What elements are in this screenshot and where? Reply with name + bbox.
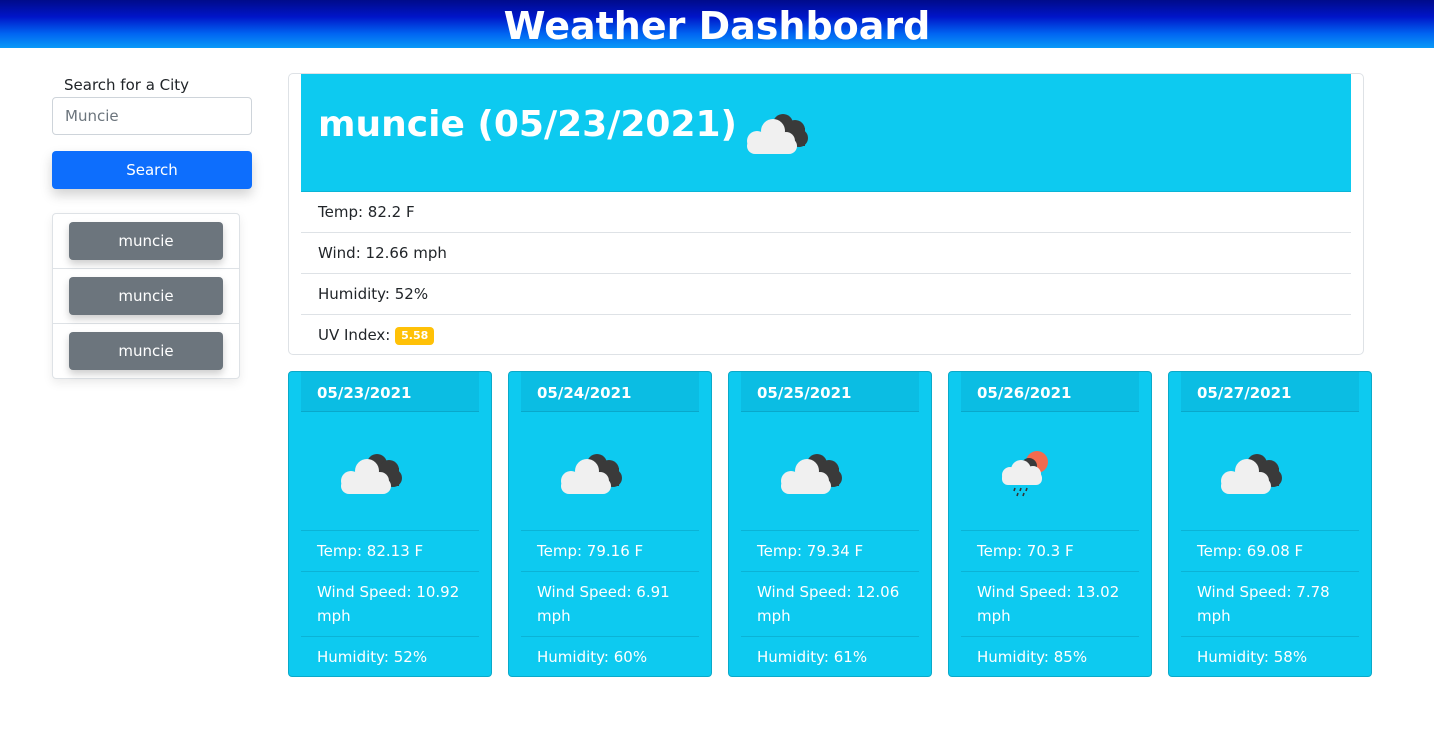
cloud-icon (1221, 454, 1282, 494)
current-uv-row: UV Index: 5.58 (301, 315, 1351, 356)
cloud-icon (341, 454, 402, 494)
history-city-button[interactable]: muncie (69, 277, 223, 315)
search-button[interactable]: Search (52, 151, 252, 189)
forecast-date: 05/25/2021 (741, 372, 919, 412)
cloud-icon (561, 454, 622, 494)
search-input[interactable] (52, 97, 252, 135)
current-humidity: Humidity: 52% (301, 274, 1351, 315)
forecast-temp: Temp: 69.08 F (1181, 530, 1359, 571)
forecast-date: 05/26/2021 (961, 372, 1139, 412)
forecast-humidity: Humidity: 52% (301, 636, 479, 677)
forecast-date: 05/24/2021 (521, 372, 699, 412)
history-city-button[interactable]: muncie (69, 332, 223, 370)
forecast-wind: Wind Speed: 12.06 mph (741, 571, 919, 636)
page-title: Weather Dashboard (503, 4, 931, 48)
current-temp: Temp: 82.2 F (301, 192, 1351, 233)
list-item: muncie (53, 214, 239, 269)
current-weather-card: muncie (05/23/2021) Temp: 82.2 F Wind: 1… (288, 73, 1364, 355)
cloud-icon (747, 114, 808, 154)
cloud-icon (781, 454, 842, 494)
page-header: Weather Dashboard (0, 0, 1434, 48)
search-history-list: muncie muncie muncie (52, 213, 240, 379)
uv-index-label: UV Index: (318, 326, 391, 344)
forecast-wind: Wind Speed: 6.91 mph (521, 571, 699, 636)
current-city-title: muncie (05/23/2021) (318, 104, 737, 145)
list-item: muncie (53, 269, 239, 324)
forecast-wind: Wind Speed: 13.02 mph (961, 571, 1139, 636)
rain-sun-icon (1002, 451, 1048, 497)
forecast-humidity: Humidity: 61% (741, 636, 919, 677)
forecast-card: 05/23/2021 Temp: 82.13 F Wind Speed: 10.… (288, 371, 492, 677)
history-city-button[interactable]: muncie (69, 222, 223, 260)
forecast-card: 05/24/2021 Temp: 79.16 F Wind Speed: 6.9… (508, 371, 712, 677)
forecast-humidity: Humidity: 85% (961, 636, 1139, 677)
forecast-temp: Temp: 82.13 F (301, 530, 479, 571)
forecast-temp: Temp: 79.16 F (521, 530, 699, 571)
current-weather-header: muncie (05/23/2021) (301, 74, 1351, 192)
current-wind: Wind: 12.66 mph (301, 233, 1351, 274)
forecast-date: 05/23/2021 (301, 372, 479, 412)
forecast-wind: Wind Speed: 10.92 mph (301, 571, 479, 636)
forecast-card: 05/25/2021 Temp: 79.34 F Wind Speed: 12.… (728, 371, 932, 677)
uv-index-badge: 5.58 (395, 327, 435, 345)
forecast-humidity: Humidity: 58% (1181, 636, 1359, 677)
forecast-date: 05/27/2021 (1181, 372, 1359, 412)
forecast-wind: Wind Speed: 7.78 mph (1181, 571, 1359, 636)
search-label: Search for a City (64, 76, 190, 94)
list-item: muncie (53, 324, 239, 379)
forecast-temp: Temp: 79.34 F (741, 530, 919, 571)
forecast-card: 05/26/2021 Temp: 70.3 F Wind Speed: 13.0… (948, 371, 1152, 677)
forecast-temp: Temp: 70.3 F (961, 530, 1139, 571)
forecast-card: 05/27/2021 Temp: 69.08 F Wind Speed: 7.7… (1168, 371, 1372, 677)
forecast-humidity: Humidity: 60% (521, 636, 699, 677)
